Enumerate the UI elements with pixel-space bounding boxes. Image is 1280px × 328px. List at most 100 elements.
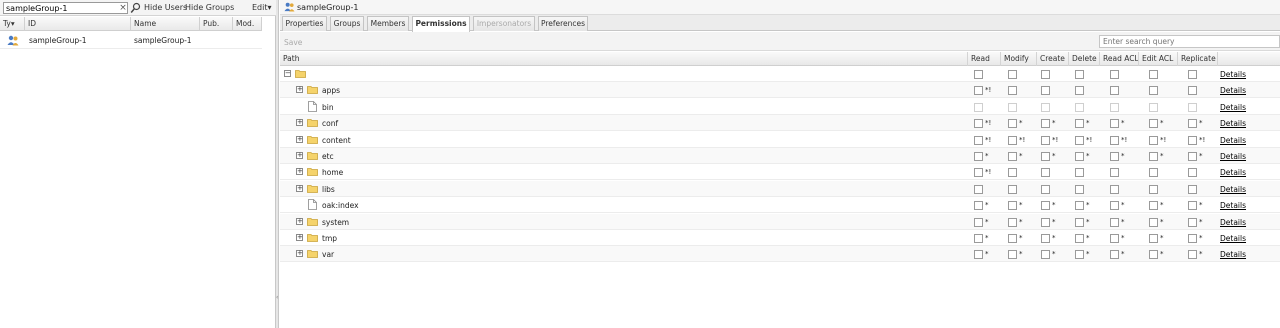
node-name[interactable]: tmp xyxy=(322,234,337,243)
node-name[interactable]: oak:index xyxy=(322,201,359,210)
expand-icon[interactable]: + xyxy=(296,168,303,176)
create-checkbox[interactable] xyxy=(1041,184,1050,194)
tab-permissions[interactable]: Permissions xyxy=(412,16,470,32)
hide-groups-button[interactable]: Hide Groups xyxy=(185,3,234,13)
hide-users-button[interactable]: Hide Users xyxy=(144,3,187,13)
save-button[interactable]: Save xyxy=(284,38,302,47)
edit-acl-checkbox[interactable] xyxy=(1149,168,1158,178)
create-checkbox[interactable] xyxy=(1041,119,1050,129)
node-name[interactable]: system xyxy=(322,218,349,227)
table-row[interactable]: + system * * * * * * * Details xyxy=(280,213,1280,230)
expand-icon[interactable]: + xyxy=(296,217,303,225)
read-acl-checkbox[interactable] xyxy=(1110,250,1119,260)
replicate-checkbox[interactable] xyxy=(1188,70,1197,79)
column-id[interactable]: ID xyxy=(25,17,131,31)
modify-checkbox[interactable] xyxy=(1008,217,1017,227)
node-name[interactable]: content xyxy=(322,136,351,145)
tab-properties[interactable]: Properties xyxy=(282,16,327,31)
read-acl-checkbox[interactable] xyxy=(1110,201,1119,211)
details-link[interactable]: Details xyxy=(1220,185,1246,194)
expand-icon[interactable]: + xyxy=(296,86,303,94)
create-checkbox[interactable] xyxy=(1041,250,1050,260)
read-acl-checkbox[interactable] xyxy=(1110,152,1119,161)
expand-icon[interactable]: + xyxy=(296,135,303,143)
details-link[interactable]: Details xyxy=(1220,218,1246,227)
replicate-checkbox[interactable] xyxy=(1188,217,1197,227)
modify-checkbox[interactable] xyxy=(1008,184,1017,194)
node-name[interactable]: apps xyxy=(322,86,340,95)
create-checkbox[interactable] xyxy=(1041,152,1050,161)
details-link[interactable]: Details xyxy=(1220,70,1246,79)
modify-checkbox[interactable] xyxy=(1008,70,1017,79)
expand-icon[interactable]: + xyxy=(296,119,303,127)
details-link[interactable]: Details xyxy=(1220,103,1246,112)
read-checkbox[interactable] xyxy=(974,234,983,243)
read-acl-checkbox[interactable] xyxy=(1110,234,1119,243)
table-row[interactable]: + apps *! Details xyxy=(280,82,1280,99)
create-checkbox[interactable] xyxy=(1041,70,1050,79)
delete-checkbox[interactable] xyxy=(1075,184,1084,194)
list-item[interactable]: sampleGroup-1 sampleGroup-1 xyxy=(0,32,262,49)
delete-checkbox[interactable] xyxy=(1075,119,1084,129)
delete-checkbox[interactable] xyxy=(1075,86,1084,96)
panel-splitter[interactable] xyxy=(276,0,279,328)
read-acl-checkbox[interactable] xyxy=(1110,168,1119,178)
read-acl-checkbox[interactable] xyxy=(1110,217,1119,227)
delete-checkbox[interactable] xyxy=(1075,234,1084,243)
details-link[interactable]: Details xyxy=(1220,201,1246,210)
details-link[interactable]: Details xyxy=(1220,168,1246,177)
create-checkbox[interactable] xyxy=(1041,168,1050,178)
edit-acl-checkbox[interactable] xyxy=(1149,152,1158,161)
tab-groups[interactable]: Groups xyxy=(330,16,364,31)
edit-acl-checkbox[interactable] xyxy=(1149,135,1158,145)
table-row[interactable]: oak:index * * * * * * * Details xyxy=(280,197,1280,214)
read-acl-checkbox[interactable] xyxy=(1110,86,1119,96)
edit-acl-checkbox[interactable] xyxy=(1149,250,1158,260)
details-link[interactable]: Details xyxy=(1220,136,1246,145)
edit-acl-checkbox[interactable] xyxy=(1149,234,1158,243)
replicate-checkbox[interactable] xyxy=(1188,135,1197,145)
details-link[interactable]: Details xyxy=(1220,250,1246,259)
edit-acl-checkbox[interactable] xyxy=(1149,70,1158,79)
node-name[interactable]: home xyxy=(322,168,343,177)
table-row[interactable]: + conf *! * * * * * * Details xyxy=(280,115,1280,132)
table-row[interactable]: + var * * * * * * * Details xyxy=(280,246,1280,263)
modify-checkbox[interactable] xyxy=(1008,135,1017,145)
read-checkbox[interactable] xyxy=(974,119,983,129)
expand-icon[interactable]: + xyxy=(296,250,303,258)
replicate-checkbox[interactable] xyxy=(1188,250,1197,260)
node-name[interactable]: conf xyxy=(322,119,338,128)
details-link[interactable]: Details xyxy=(1220,234,1246,243)
replicate-checkbox[interactable] xyxy=(1188,86,1197,96)
delete-checkbox[interactable] xyxy=(1075,201,1084,211)
modify-checkbox[interactable] xyxy=(1008,119,1017,129)
node-name[interactable]: var xyxy=(322,250,334,259)
user-search-input[interactable] xyxy=(3,2,128,14)
clear-search-icon[interactable]: × xyxy=(118,2,128,14)
read-checkbox[interactable] xyxy=(974,152,983,161)
replicate-checkbox[interactable] xyxy=(1188,119,1197,129)
edit-acl-checkbox[interactable] xyxy=(1149,86,1158,96)
column-modified[interactable]: Mod. xyxy=(233,17,262,31)
replicate-checkbox[interactable] xyxy=(1188,184,1197,194)
node-name[interactable]: libs xyxy=(322,185,335,194)
expand-icon[interactable]: + xyxy=(296,152,303,159)
read-checkbox[interactable] xyxy=(974,184,983,194)
column-published[interactable]: Pub. xyxy=(200,17,233,31)
replicate-checkbox[interactable] xyxy=(1188,168,1197,178)
edit-acl-checkbox[interactable] xyxy=(1149,217,1158,227)
replicate-checkbox[interactable] xyxy=(1188,234,1197,243)
search-icon[interactable] xyxy=(130,2,141,14)
column-type[interactable]: Ty▾ xyxy=(0,17,25,31)
expand-icon[interactable]: + xyxy=(296,184,303,192)
node-name[interactable]: etc xyxy=(322,152,334,161)
read-checkbox[interactable] xyxy=(974,250,983,260)
table-row[interactable]: + home *! Details xyxy=(280,164,1280,181)
delete-checkbox[interactable] xyxy=(1075,135,1084,145)
create-checkbox[interactable] xyxy=(1041,234,1050,243)
create-checkbox[interactable] xyxy=(1041,135,1050,145)
replicate-checkbox[interactable] xyxy=(1188,201,1197,211)
edit-menu-button[interactable]: Edit▾ xyxy=(252,3,272,13)
edit-acl-checkbox[interactable] xyxy=(1149,119,1158,129)
delete-checkbox[interactable] xyxy=(1075,152,1084,161)
